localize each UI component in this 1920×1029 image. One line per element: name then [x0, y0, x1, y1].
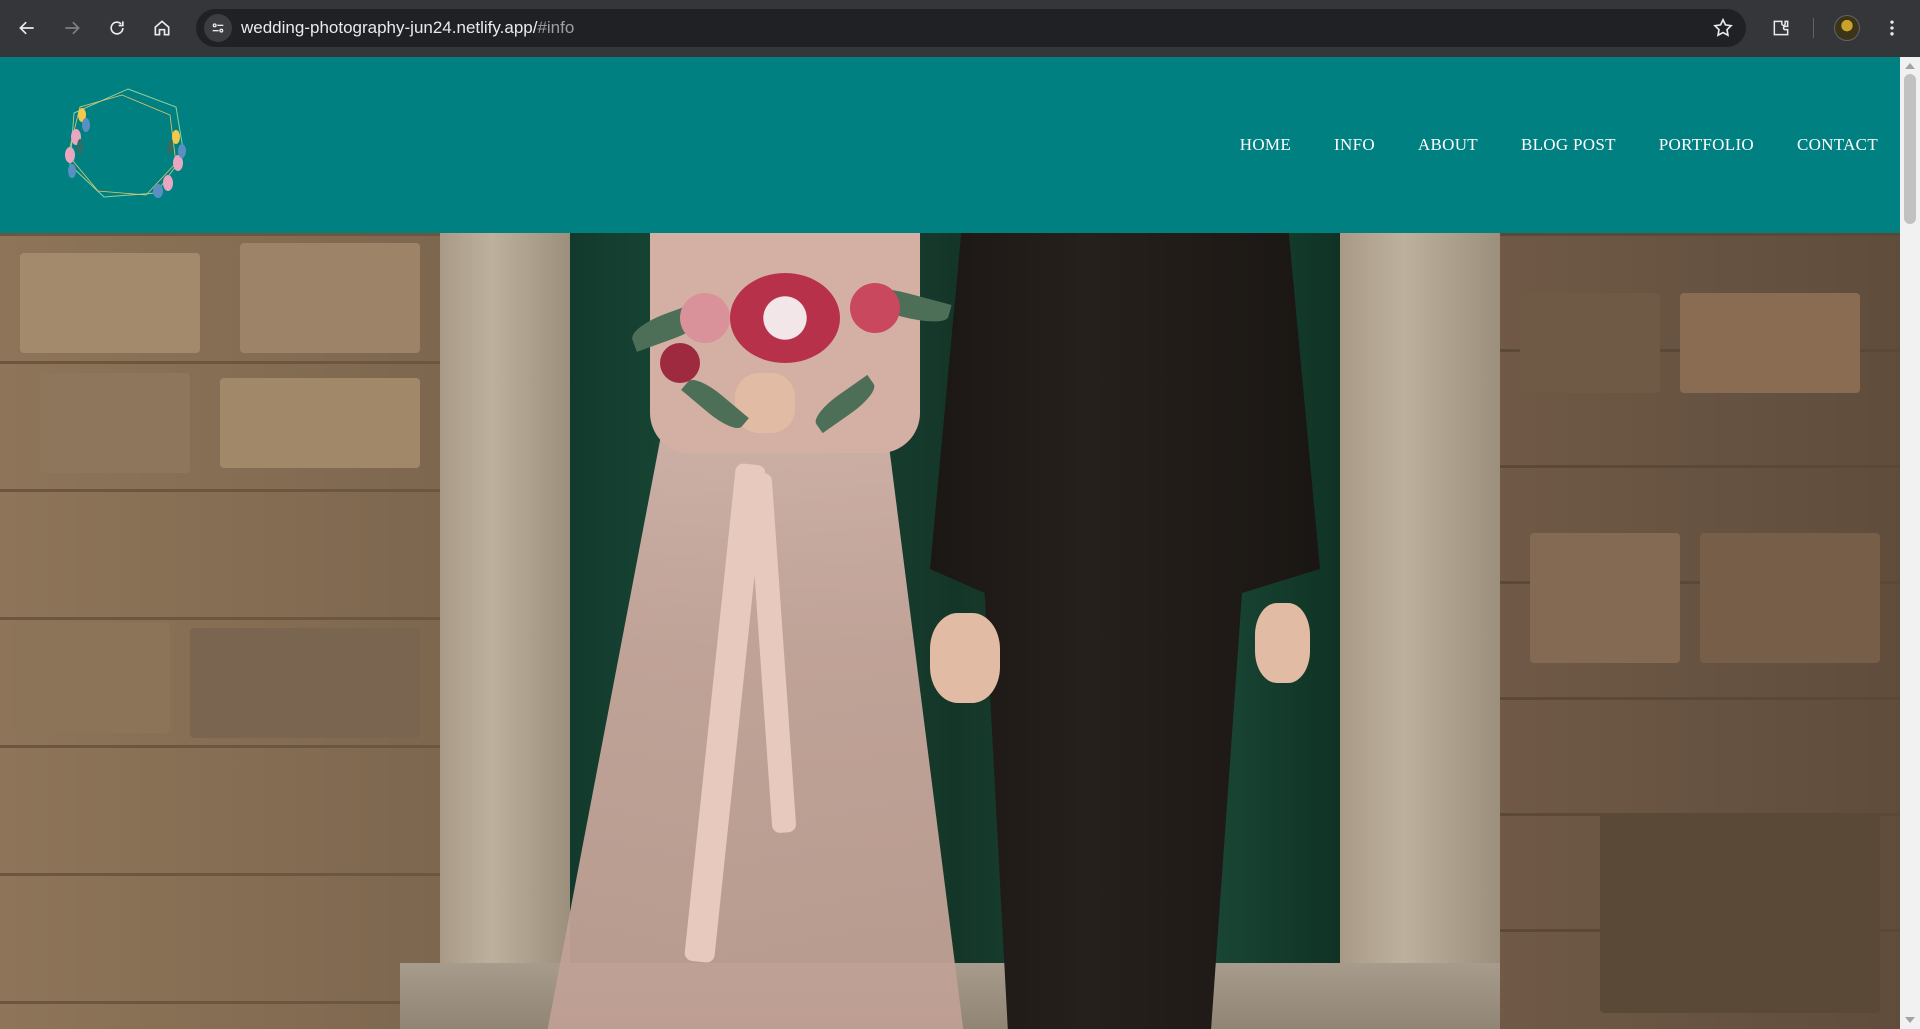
- nav-portfolio[interactable]: PORTFOLIO: [1659, 135, 1754, 155]
- nav-blog-post[interactable]: BLOG POST: [1521, 135, 1616, 155]
- home-icon[interactable]: [146, 12, 178, 44]
- door-pillar-right: [1340, 233, 1500, 1029]
- scroll-down-arrow-icon[interactable]: [1905, 1017, 1915, 1023]
- bookmark-star-icon[interactable]: [1712, 17, 1734, 39]
- stone-block: [1680, 293, 1860, 393]
- extensions-icon[interactable]: [1765, 12, 1797, 44]
- stone-block: [1700, 533, 1880, 663]
- forward-arrow-icon[interactable]: [56, 12, 88, 44]
- stone-block: [40, 373, 190, 473]
- back-arrow-icon[interactable]: [11, 12, 43, 44]
- kebab-menu-icon[interactable]: [1876, 12, 1908, 44]
- url-path: #info: [537, 18, 575, 37]
- stone-block: [1530, 533, 1680, 663]
- bouquet-flower: [660, 343, 700, 383]
- page-viewport: HOME INFO ABOUT BLOG POST PORTFOLIO CONT…: [0, 57, 1900, 1029]
- stone-block: [1520, 293, 1660, 393]
- nav-about[interactable]: ABOUT: [1418, 135, 1478, 155]
- site-info-icon[interactable]: [204, 14, 232, 42]
- stone-block: [1600, 813, 1880, 1013]
- stone-block: [20, 253, 200, 353]
- scroll-up-arrow-icon[interactable]: [1905, 63, 1915, 69]
- groom-hand: [1255, 603, 1310, 683]
- site-header: HOME INFO ABOUT BLOG POST PORTFOLIO CONT…: [0, 57, 1900, 233]
- bouquet-flower: [850, 283, 900, 333]
- profile-avatar-icon[interactable]: [1834, 15, 1860, 41]
- stone-block: [190, 628, 420, 738]
- door-pillar-left: [440, 233, 570, 1029]
- bouquet-leaf: [810, 374, 880, 434]
- protea-flower: [730, 273, 840, 363]
- bridal-bouquet: [620, 253, 960, 453]
- nav-home[interactable]: HOME: [1240, 135, 1291, 155]
- reload-icon[interactable]: [101, 12, 133, 44]
- stone-block: [240, 243, 420, 353]
- bouquet-flower: [680, 293, 730, 343]
- stone-block: [10, 623, 170, 733]
- bouquet-leaf: [681, 373, 749, 435]
- toolbar-divider: [1813, 18, 1814, 38]
- page-scrollbar[interactable]: [1900, 57, 1920, 1029]
- holding-hands: [930, 613, 1000, 703]
- floral-wreath-logo[interactable]: [58, 85, 190, 205]
- scrollbar-thumb[interactable]: [1904, 74, 1916, 224]
- url-text[interactable]: wedding-photography-jun24.netlify.app/#i…: [241, 18, 574, 38]
- nav-info[interactable]: INFO: [1334, 135, 1375, 155]
- url-host: wedding-photography-jun24.netlify.app/: [241, 18, 538, 37]
- stone-block: [220, 378, 420, 468]
- address-bar[interactable]: wedding-photography-jun24.netlify.app/#i…: [196, 9, 1746, 47]
- hero-photo: [0, 233, 1900, 1029]
- browser-toolbar: wedding-photography-jun24.netlify.app/#i…: [0, 0, 1920, 57]
- nav-contact[interactable]: CONTACT: [1797, 135, 1878, 155]
- main-nav: HOME INFO ABOUT BLOG POST PORTFOLIO CONT…: [1240, 135, 1878, 155]
